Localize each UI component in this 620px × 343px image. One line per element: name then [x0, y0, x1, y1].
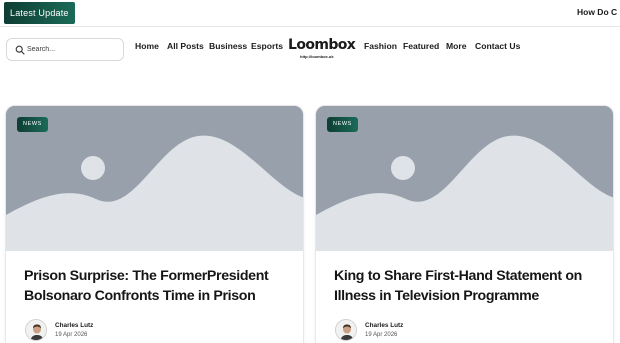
site-logo[interactable]: Loombox http://loombox.uk	[288, 37, 356, 65]
nav-featured[interactable]: Featured	[403, 41, 439, 51]
search-box[interactable]	[6, 38, 124, 61]
author-name[interactable]: Charles Lutz	[365, 322, 403, 329]
post-date: 19 Apr 2026	[55, 332, 88, 338]
nav-esports[interactable]: Esports	[251, 41, 283, 51]
logo-url: http://loombox.uk	[300, 54, 334, 59]
author-name[interactable]: Charles Lutz	[55, 322, 93, 329]
nav-home[interactable]: Home	[135, 41, 159, 51]
post-image[interactable]: NEWS	[6, 106, 303, 251]
category-badge[interactable]: NEWS	[327, 117, 358, 132]
top-ticker-bar: Latest Update How Do C	[0, 0, 620, 27]
author-avatar[interactable]	[25, 319, 47, 341]
image-placeholder-icon	[6, 106, 303, 251]
nav-business[interactable]: Business	[209, 41, 247, 51]
image-placeholder-icon	[316, 106, 613, 251]
site-header: Home All Posts Business Esports Loombox …	[0, 27, 620, 75]
search-input[interactable]	[27, 42, 117, 57]
author-avatar[interactable]	[335, 319, 357, 341]
search-icon	[15, 45, 25, 55]
post-card[interactable]: NEWS King to Share First-Hand Statement …	[315, 105, 614, 343]
nav-contact-us[interactable]: Contact Us	[475, 41, 520, 51]
category-badge[interactable]: NEWS	[17, 117, 48, 132]
logo-wordmark: Loombox	[288, 37, 356, 53]
post-image[interactable]: NEWS	[316, 106, 613, 251]
post-card[interactable]: NEWS Prison Surprise: The FormerPresiden…	[5, 105, 304, 343]
nav-more[interactable]: More	[446, 41, 467, 51]
latest-update-badge[interactable]: Latest Update	[4, 2, 75, 24]
nav-all-posts[interactable]: All Posts	[167, 41, 204, 51]
ticker-headline[interactable]: How Do C	[577, 0, 620, 27]
nav-fashion[interactable]: Fashion	[364, 41, 397, 51]
post-date: 19 Apr 2026	[365, 332, 398, 338]
post-title[interactable]: King to Share First-Hand Statement on Il…	[334, 266, 604, 306]
post-title[interactable]: Prison Surprise: The FormerPresident Bol…	[24, 266, 294, 306]
